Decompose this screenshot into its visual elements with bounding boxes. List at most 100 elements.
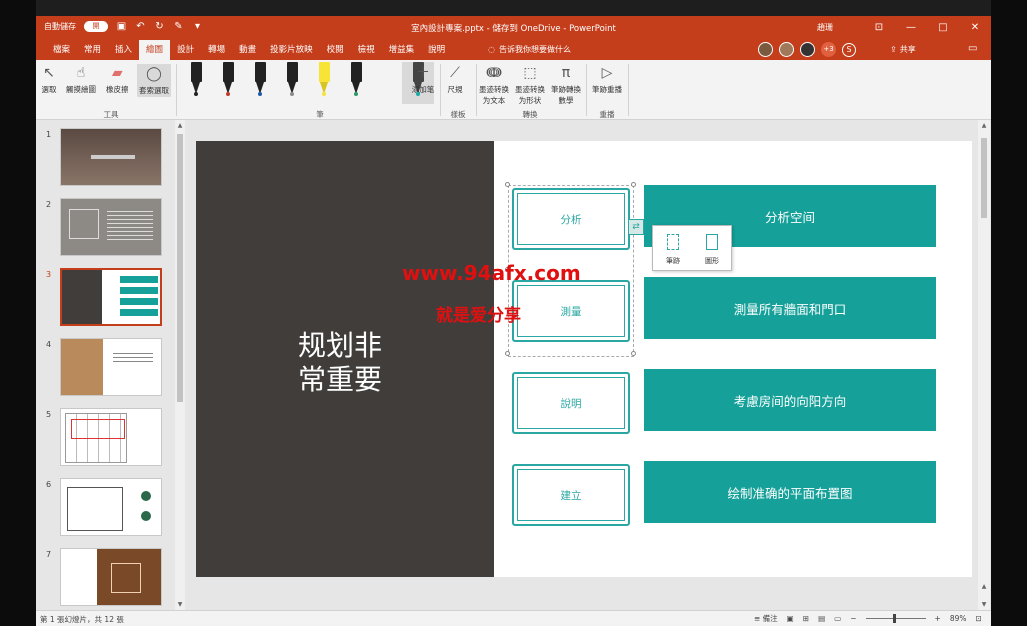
pen-4[interactable] [276, 62, 308, 104]
undo-icon[interactable]: ↶ [135, 21, 146, 32]
touch-mode-icon[interactable]: ✎ [173, 21, 184, 32]
maximize-button[interactable]: □ [927, 16, 959, 40]
ruler-button[interactable]: ⟋ 尺規 [446, 64, 464, 95]
close-button[interactable]: ✕ [959, 16, 991, 40]
slide-thumbnail[interactable] [60, 128, 162, 186]
tab-7[interactable]: 投影片放映 [263, 40, 320, 60]
zoom-out-icon[interactable]: − [850, 614, 856, 623]
selection-handle[interactable] [505, 182, 510, 187]
selection-handle[interactable] [631, 351, 636, 356]
ink-to-math-button[interactable]: π 筆跡轉換數學 [550, 64, 582, 106]
more-collaborators-badge[interactable]: +3 [821, 42, 836, 57]
slide-thumbnail[interactable] [60, 338, 162, 396]
ink-to-text-button[interactable]: ↈ 墨迹转换为文本 [478, 64, 510, 106]
thumbnail-row[interactable]: 3 [42, 268, 172, 328]
scroll-up-arrow[interactable]: ▲ [978, 122, 990, 129]
step-box-analyze[interactable]: 分析 [512, 188, 630, 250]
zoom-slider[interactable] [865, 614, 926, 623]
pen-2[interactable] [212, 62, 244, 104]
scrollbar-thumb[interactable] [177, 134, 183, 402]
selection-handle[interactable] [505, 351, 510, 356]
select-tool-button[interactable]: ↖ 選取 [40, 64, 58, 95]
tell-me-box[interactable]: ◌ 告诉我你想要做什么 [488, 44, 571, 55]
tab-5[interactable]: 轉場 [201, 40, 232, 60]
user-name[interactable]: 趙珊 [817, 22, 833, 33]
zoom-in-icon[interactable]: + [935, 614, 941, 623]
avatar[interactable] [779, 42, 794, 57]
reading-view-icon[interactable]: ▤ [818, 614, 825, 623]
selection-handle[interactable] [631, 182, 636, 187]
save-icon[interactable]: ▣ [116, 21, 127, 32]
step-box-measure[interactable]: 測量 [512, 280, 630, 342]
pen-5[interactable] [308, 62, 340, 104]
pen-3[interactable] [244, 62, 276, 104]
ink-replay-button[interactable]: ▷ 筆跡重播 [590, 64, 624, 95]
tab-0[interactable]: 檔案 [46, 40, 77, 60]
thumbnail-row[interactable]: 6 [42, 478, 172, 538]
add-pen-button[interactable]: ＋ 添加笔 [408, 64, 438, 95]
detail-box-build[interactable]: 绘制准确的平面布置图 [644, 461, 936, 523]
pen-6[interactable] [340, 62, 372, 104]
comments-icon[interactable]: ▭ [968, 43, 977, 54]
eraser-button[interactable]: ▰ 橡皮擦 [106, 64, 129, 95]
slide-thumbnail[interactable] [60, 268, 162, 326]
avatar[interactable] [800, 42, 815, 57]
tab-2[interactable]: 插入 [108, 40, 139, 60]
ink-to-shape-button[interactable]: ⬚ 墨迹转换为形状 [514, 64, 546, 106]
current-slide[interactable]: 规划非 常重要 分析 測量 說明 建立 分析空间 測量所有牆面和門口 考慮房间的… [196, 141, 972, 577]
tab-6[interactable]: 動畫 [232, 40, 263, 60]
lasso-select-button[interactable]: ◯ 套索選取 [137, 64, 171, 97]
slide-scrollbar[interactable]: ▲ ▲ ▼ [978, 120, 990, 610]
keep-ink-option[interactable]: 筆跡 [658, 234, 688, 266]
tab-4[interactable]: 設計 [170, 40, 201, 60]
ribbon-display-options-button[interactable]: ⊡ [863, 16, 895, 40]
tab-11[interactable]: 說明 [421, 40, 452, 60]
step-box-build[interactable]: 建立 [512, 464, 630, 526]
slideshow-icon[interactable]: ▭ [834, 614, 841, 623]
thumbnail-row[interactable]: 1 [42, 128, 172, 188]
share-button[interactable]: ⇪ 共享 [890, 44, 916, 55]
slide-thumbnail[interactable] [60, 548, 162, 606]
notes-button[interactable]: ≡ 備注 [754, 613, 778, 624]
step-box-explain[interactable]: 說明 [512, 372, 630, 434]
slide-sorter-icon[interactable]: ⊞ [803, 614, 809, 623]
tools-group-label: 工具 [103, 110, 119, 119]
normal-view-icon[interactable]: ▣ [787, 614, 794, 623]
tab-1[interactable]: 常用 [77, 40, 108, 60]
thumbnail-row[interactable]: 7 [42, 548, 172, 608]
touch-draw-button[interactable]: ☝ 觸摸繪圖 [66, 64, 96, 95]
tab-9[interactable]: 檢視 [351, 40, 382, 60]
zoom-slider-thumb[interactable] [892, 614, 896, 623]
customize-qat-icon[interactable]: ▾ [192, 21, 203, 32]
replay-group-label: 重播 [599, 110, 615, 119]
keep-shape-option[interactable]: 圖形 [697, 234, 727, 266]
ink-conversion-icon[interactable]: ⇄ [628, 219, 644, 235]
thumbnails-scrollbar[interactable]: ▲ ▼ [175, 120, 185, 610]
skype-icon[interactable]: S [842, 42, 856, 57]
tab-3[interactable]: 繪圖 [139, 40, 171, 60]
pen-1[interactable] [180, 62, 212, 104]
slide-headline[interactable]: 规划非 常重要 [240, 329, 440, 397]
next-slide-arrow[interactable]: ▼ [978, 601, 990, 608]
detail-box-explain[interactable]: 考慮房间的向阳方向 [644, 369, 936, 431]
thumbnail-row[interactable]: 2 [42, 198, 172, 258]
avatar[interactable] [758, 42, 773, 57]
scroll-down-arrow[interactable]: ▼ [175, 601, 185, 608]
thumbnail-row[interactable]: 4 [42, 338, 172, 398]
previous-slide-arrow[interactable]: ▲ [978, 583, 990, 590]
redo-icon[interactable]: ↻ [154, 21, 165, 32]
thumbnail-row[interactable]: 5 [42, 408, 172, 468]
fit-slide-icon[interactable]: ⊡ [976, 614, 982, 623]
detail-box-measure[interactable]: 測量所有牆面和門口 [644, 277, 936, 339]
autosave-toggle[interactable]: 開 [84, 21, 108, 32]
zoom-level[interactable]: 89% [950, 614, 967, 623]
slide-thumbnail[interactable] [60, 408, 162, 466]
slide-thumbnail[interactable] [60, 198, 162, 256]
minimize-button[interactable]: — [895, 16, 927, 40]
tab-8[interactable]: 校閱 [320, 40, 351, 60]
scrollbar-thumb[interactable] [981, 138, 987, 218]
lasso-icon: ◯ [146, 66, 162, 82]
slide-thumbnail[interactable] [60, 478, 162, 536]
tab-10[interactable]: 增益集 [382, 40, 422, 60]
scroll-up-arrow[interactable]: ▲ [175, 122, 185, 129]
